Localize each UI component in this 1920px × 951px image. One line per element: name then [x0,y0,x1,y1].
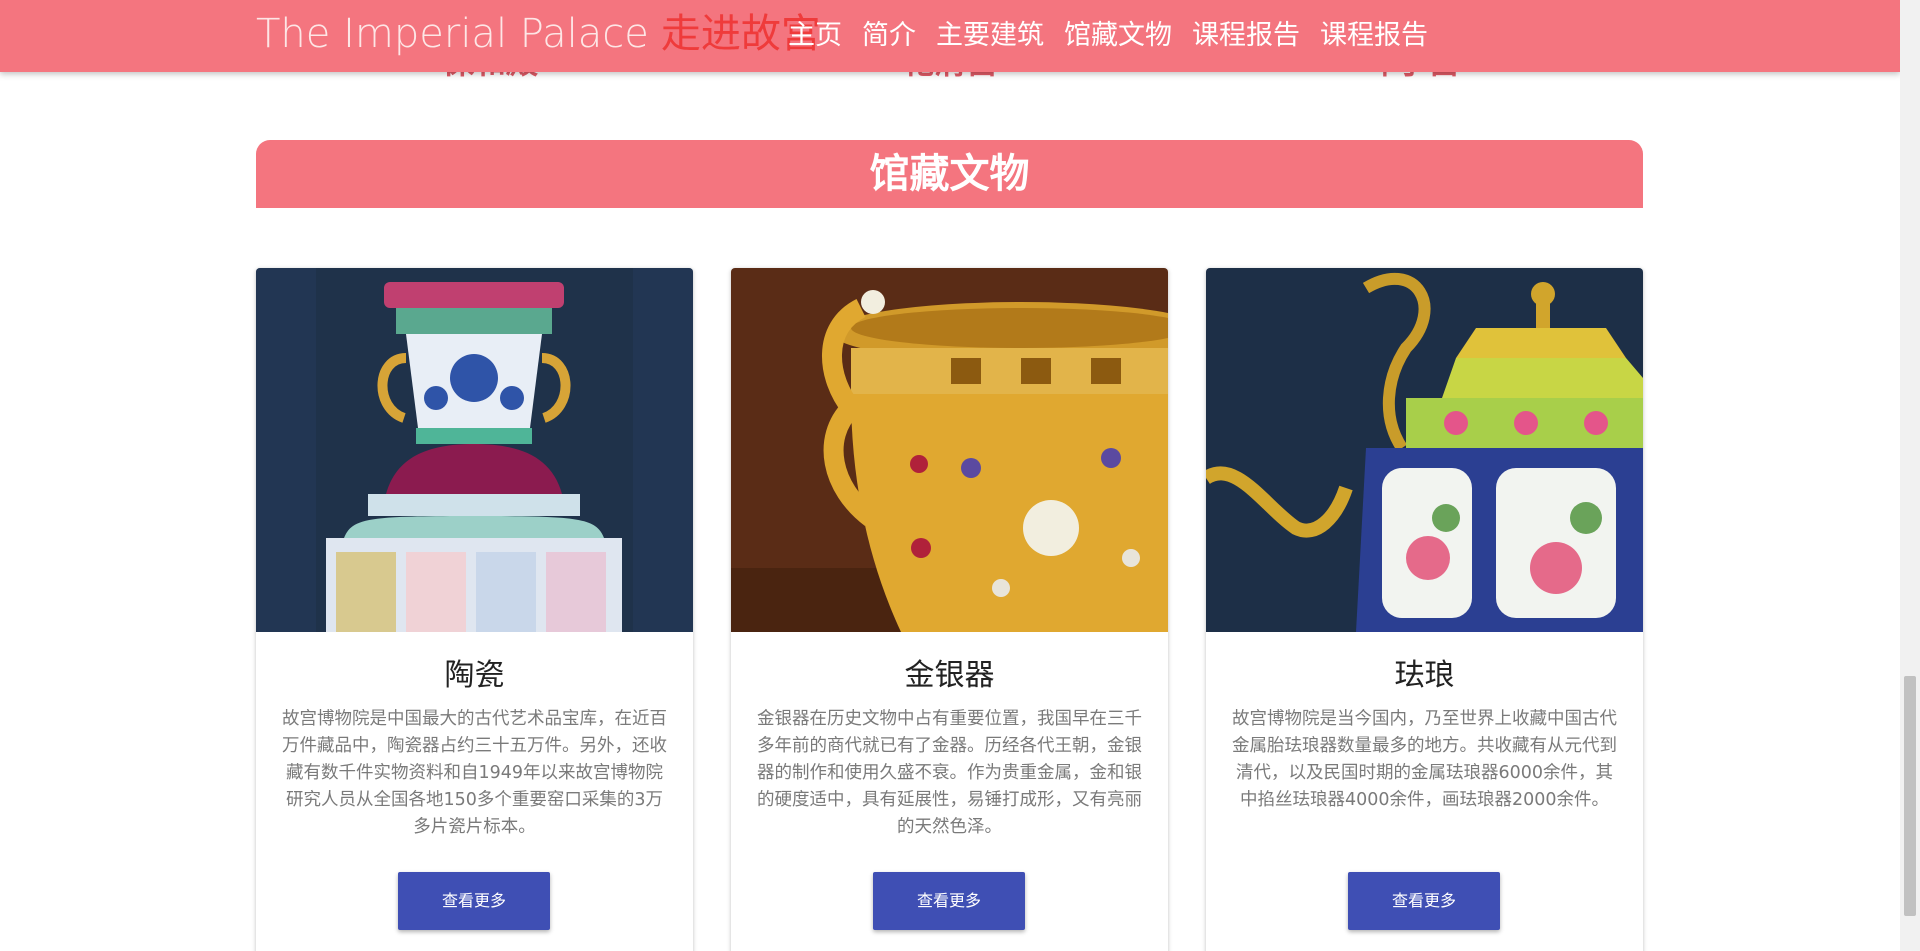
nav-menu: 主页 简介 主要建筑 馆藏文物 课程报告 课程报告 [788,14,1448,58]
enamel-teapot-image [1206,268,1643,632]
card-title: 金银器 [904,658,995,693]
porcelain-vase-image [256,268,693,632]
card-title: 陶瓷 [444,658,505,693]
section-header: 馆藏文物 [256,140,1643,208]
nav-link-report-2[interactable]: 课程报告 [1320,14,1438,58]
card-description: 金银器在历史文物中占有重要位置，我国早在三千多年前的商代就已有了金器。历经各代王… [757,709,1142,837]
view-more-button[interactable]: 查看更多 [398,872,550,930]
brand-english-title: The Imperial Palace [256,11,649,57]
nav-link-buildings[interactable]: 主要建筑 [936,14,1054,58]
scrollbar-thumb[interactable] [1904,676,1916,916]
card-description: 故宫博物院是中国最大的古代艺术品宝库，在近百万件藏品中，陶瓷器占约三十五万件。另… [282,709,667,837]
site-brand[interactable]: The Imperial Palace 走进故宫 [256,4,821,64]
view-more-button[interactable]: 查看更多 [873,872,1025,930]
page-viewport: 保和殿 乾清宫 坤宁宫 The Imperial Palace走进故宫 主页 简… [0,0,1900,951]
nav-link-report[interactable]: 课程报告 [1192,14,1310,58]
nav-link-home[interactable]: 主页 [788,14,852,58]
section-title: 馆藏文物 [869,151,1030,197]
gold-cup-image [731,268,1168,632]
collection-card-porcelain: 陶瓷 故宫博物院是中国最大的古代艺术品宝库，在近百万件藏品中，陶瓷器占约三十五万… [256,268,693,951]
top-navbar: The Imperial Palace 走进故宫 主页 简介 主要建筑 馆藏文物 … [0,0,1900,72]
card-description: 故宫博物院是当今国内，乃至世界上收藏中国古代金属胎珐琅器数量最多的地方。共收藏有… [1232,709,1617,810]
collection-card-gold-silver: 金银器 金银器在历史文物中占有重要位置，我国早在三千多年前的商代就已有了金器。历… [731,268,1168,951]
view-more-button[interactable]: 查看更多 [1348,872,1500,930]
collection-card-enamel: 珐琅 故宫博物院是当今国内，乃至世界上收藏中国古代金属胎珐琅器数量最多的地方。共… [1206,268,1643,951]
page-scrollbar[interactable] [1900,0,1920,951]
nav-link-intro[interactable]: 简介 [862,14,926,58]
nav-link-collections[interactable]: 馆藏文物 [1064,14,1182,58]
card-title: 珐琅 [1394,658,1455,693]
